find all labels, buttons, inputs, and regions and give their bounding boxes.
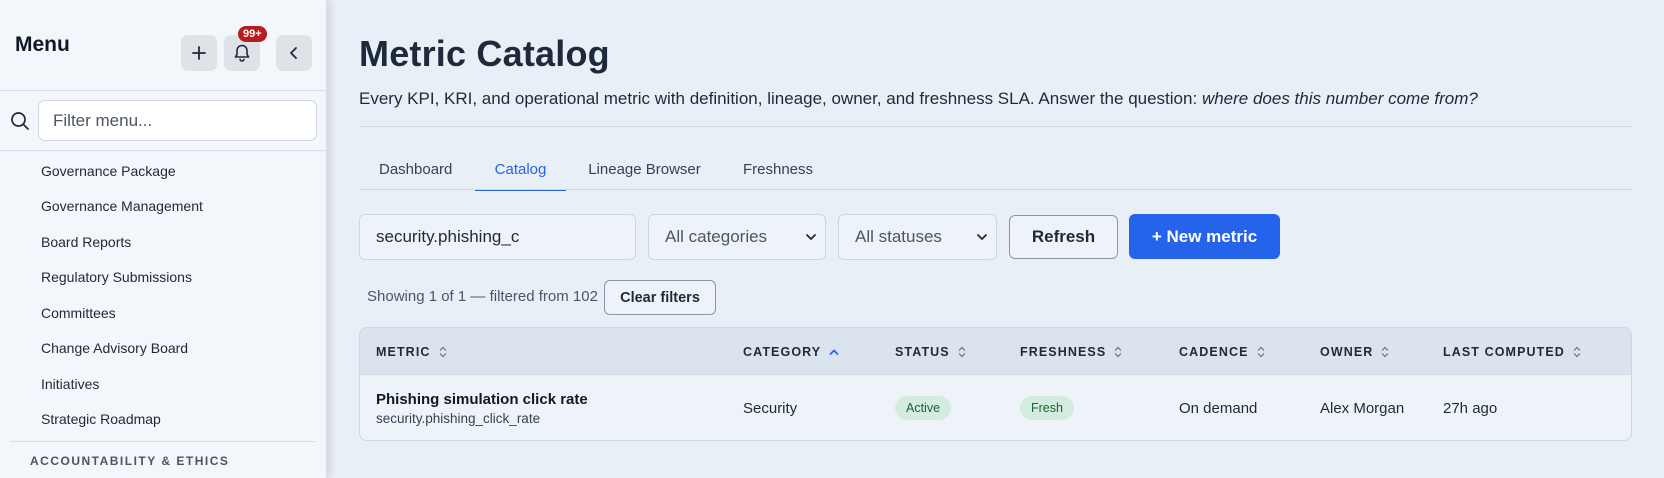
- table-row[interactable]: Phishing simulation click rate security.…: [360, 375, 1631, 440]
- chevron-down-icon: [977, 234, 987, 240]
- sort-icon: [1257, 346, 1265, 358]
- cadence-cell: On demand: [1179, 399, 1258, 417]
- sidebar-item-committees[interactable]: Committees: [0, 295, 326, 331]
- clear-filters-button[interactable]: Clear filters: [604, 280, 716, 315]
- search-icon: [11, 112, 29, 130]
- sidebar-header: Menu 99+: [0, 0, 326, 91]
- subtitle-question: where does this number come from?: [1201, 89, 1478, 108]
- sidebar: Menu 99+ Governance Package Gove: [0, 0, 327, 478]
- category-select-value: All categories: [665, 227, 768, 246]
- sidebar-item-initiatives[interactable]: Initiatives: [0, 366, 326, 402]
- main-content: Metric Catalog Every KPI, KRI, and opera…: [359, 0, 1632, 478]
- status-select-value: All statuses: [855, 227, 942, 246]
- results-count: Showing 1 of 1 — filtered from 102: [367, 288, 598, 305]
- column-label: STATUS: [895, 344, 950, 359]
- sort-icon: [439, 346, 447, 358]
- tab-bar: Dashboard Catalog Lineage Browser Freshn…: [359, 150, 833, 191]
- sort-asc-icon: [829, 347, 839, 357]
- add-button[interactable]: [181, 35, 217, 71]
- sort-icon: [1114, 346, 1122, 358]
- column-label: OWNER: [1320, 344, 1374, 359]
- sidebar-item-strategic-roadmap[interactable]: Strategic Roadmap: [0, 402, 326, 438]
- sidebar-item-governance-package[interactable]: Governance Package: [0, 153, 326, 189]
- column-header-metric[interactable]: METRIC: [376, 328, 447, 375]
- column-label: METRIC: [376, 344, 431, 359]
- plus-icon: [192, 46, 206, 60]
- tab-dashboard[interactable]: Dashboard: [359, 150, 475, 190]
- page-title: Metric Catalog: [359, 33, 610, 74]
- metric-cell: Phishing simulation click rate security.…: [376, 375, 588, 440]
- column-label: LAST COMPUTED: [1443, 344, 1565, 359]
- bell-icon: [234, 44, 250, 62]
- column-header-category[interactable]: CATEGORY: [743, 328, 839, 375]
- sidebar-title: Menu: [15, 33, 70, 56]
- sidebar-section-heading[interactable]: ACCOUNTABILITY & ETHICS: [0, 442, 326, 468]
- sidebar-item-board-reports[interactable]: Board Reports: [0, 224, 326, 260]
- owner-cell: Alex Morgan: [1320, 399, 1405, 417]
- status-badge: Active: [895, 396, 952, 420]
- column-header-status[interactable]: STATUS: [895, 328, 966, 375]
- filter-menu-input[interactable]: [38, 100, 317, 141]
- chevron-down-icon: [806, 234, 816, 240]
- table-header: METRIC CATEGORY STATUS FRESHNESS CADENCE…: [360, 328, 1631, 375]
- refresh-button[interactable]: Refresh: [1009, 215, 1118, 259]
- sidebar-item-governance-management[interactable]: Governance Management: [0, 189, 326, 225]
- column-header-last-computed[interactable]: LAST COMPUTED: [1443, 328, 1581, 375]
- metrics-table: METRIC CATEGORY STATUS FRESHNESS CADENCE…: [359, 327, 1632, 441]
- column-header-owner[interactable]: OWNER: [1320, 328, 1389, 375]
- column-label: FRESHNESS: [1020, 344, 1107, 359]
- sort-icon: [1573, 346, 1581, 358]
- tabs-divider: [359, 189, 1632, 190]
- notification-badge: 99+: [238, 26, 267, 42]
- tab-freshness[interactable]: Freshness: [723, 150, 833, 190]
- sidebar-item-change-advisory-board[interactable]: Change Advisory Board: [0, 331, 326, 367]
- metric-key: security.phishing_click_rate: [376, 410, 541, 426]
- last-computed-cell: 27h ago: [1443, 399, 1498, 417]
- page-subtitle: Every KPI, KRI, and operational metric w…: [359, 89, 1478, 109]
- category-cell: Security: [743, 399, 798, 417]
- header-divider: [359, 126, 1632, 127]
- freshness-cell: Fresh: [1020, 375, 1074, 440]
- sort-icon: [958, 346, 966, 358]
- new-metric-button[interactable]: + New metric: [1129, 214, 1280, 259]
- metric-search-input[interactable]: [359, 214, 636, 260]
- chevron-left-icon: [290, 47, 297, 59]
- metric-name[interactable]: Phishing simulation click rate: [376, 391, 588, 408]
- sidebar-search: [0, 91, 326, 151]
- category-select[interactable]: All categories: [648, 214, 826, 260]
- sort-icon: [1381, 346, 1389, 358]
- column-label: CATEGORY: [743, 344, 822, 359]
- freshness-badge: Fresh: [1020, 396, 1074, 420]
- sidebar-menu-list: Governance Package Governance Management…: [0, 151, 326, 468]
- collapse-sidebar-button[interactable]: [276, 35, 312, 71]
- sidebar-item-regulatory-submissions[interactable]: Regulatory Submissions: [0, 260, 326, 296]
- status-cell: Active: [895, 375, 952, 440]
- tab-catalog[interactable]: Catalog: [475, 150, 566, 191]
- column-header-freshness[interactable]: FRESHNESS: [1020, 328, 1122, 375]
- notifications-button[interactable]: 99+: [224, 26, 267, 71]
- column-header-cadence[interactable]: CADENCE: [1179, 328, 1265, 375]
- status-select[interactable]: All statuses: [838, 214, 997, 260]
- column-label: CADENCE: [1179, 344, 1249, 359]
- tab-lineage-browser[interactable]: Lineage Browser: [566, 150, 723, 190]
- subtitle-text: Every KPI, KRI, and operational metric w…: [359, 89, 1198, 108]
